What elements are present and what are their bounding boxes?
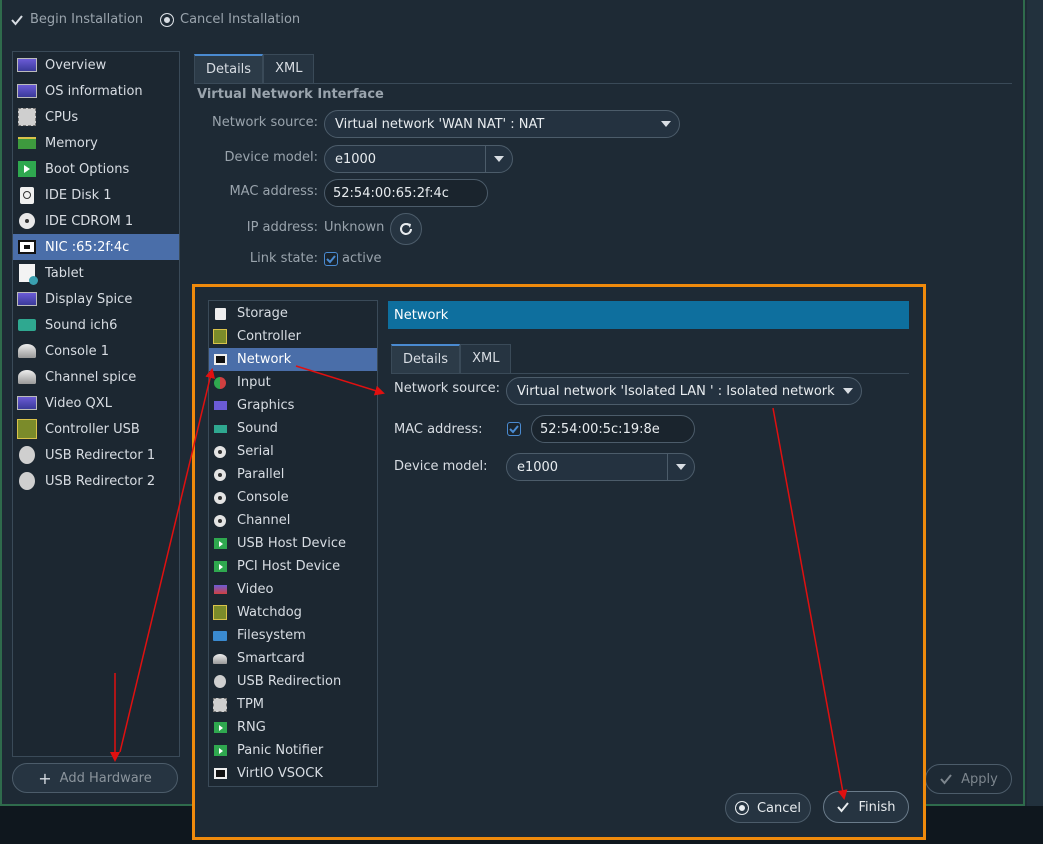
arrow-to-finish: [772, 407, 848, 800]
arrow-to-network-source: [295, 365, 385, 396]
arrow-to-network-item: [119, 368, 215, 753]
annotation-arrows: [110, 365, 848, 800]
